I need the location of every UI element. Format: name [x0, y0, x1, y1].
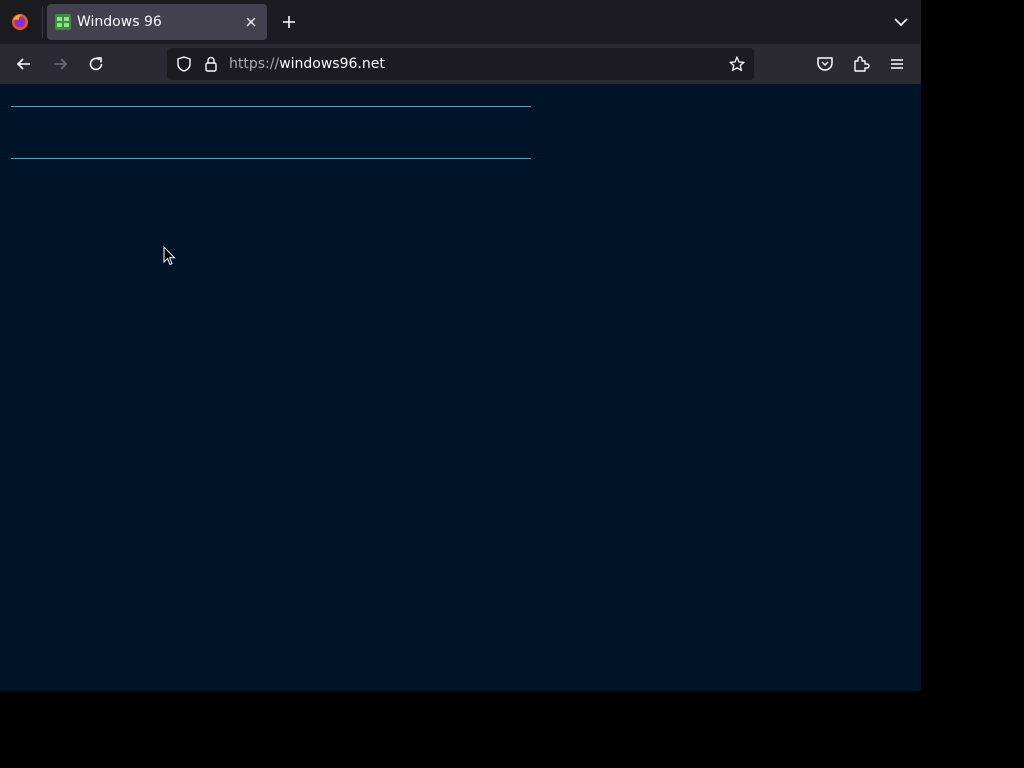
tab-separator: [42, 6, 43, 38]
tab-title: Windows 96: [77, 14, 162, 30]
back-arrow-icon[interactable]: [12, 52, 36, 76]
star-icon[interactable]: [728, 55, 746, 73]
browser-window: Windows 96 https://windows96.net: [0, 0, 921, 691]
tab-strip: Windows 96: [0, 0, 921, 44]
firefox-icon[interactable]: [10, 12, 30, 32]
page-content[interactable]: [0, 84, 921, 691]
lock-icon[interactable]: [202, 55, 220, 73]
tab-windows96[interactable]: Windows 96: [47, 4, 267, 40]
bottom-divider-line: [11, 158, 531, 159]
url-text[interactable]: https://windows96.net: [229, 55, 385, 73]
url-host: windows96.net: [279, 56, 385, 72]
address-bar[interactable]: https://windows96.net: [167, 48, 754, 80]
chevron-down-icon[interactable]: [890, 11, 912, 33]
close-icon[interactable]: [241, 12, 261, 32]
hamburger-menu-icon[interactable]: [885, 52, 909, 76]
reload-icon[interactable]: [84, 52, 108, 76]
shield-icon[interactable]: [175, 55, 193, 73]
windows96-favicon: [55, 14, 71, 30]
plus-icon[interactable]: [278, 11, 300, 33]
mouse-cursor-icon: [163, 246, 177, 268]
top-divider-line: [11, 106, 531, 107]
navigation-toolbar: https://windows96.net: [0, 44, 921, 84]
puzzle-icon[interactable]: [849, 52, 873, 76]
pocket-icon[interactable]: [813, 52, 837, 76]
url-scheme: https://: [229, 56, 280, 72]
forward-arrow-icon[interactable]: [48, 52, 72, 76]
